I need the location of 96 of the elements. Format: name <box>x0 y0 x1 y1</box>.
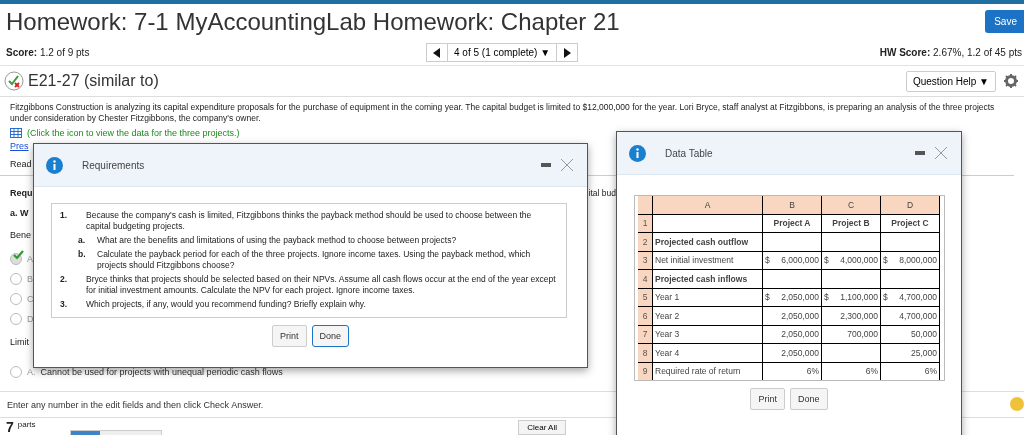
radio-button[interactable] <box>10 312 22 325</box>
row-number: 6 <box>638 306 653 325</box>
problem-text: Fitzgibbons Construction is analyzing its capital expenditure proposals for the purchase of equipment in the coming year. The capital budget is limited to $12,000,000 for the year. Lori Bryce, staff analyst at Fitzgibbons, is preparing an analysis of the three projects under consideration by Chester Fitzgibbons, the company's owner. <box>10 102 996 124</box>
row-number: 8 <box>638 343 653 362</box>
table-cell: $ 1,100,000 <box>821 288 881 307</box>
row-number: 5 <box>638 288 653 307</box>
dialog-button[interactable]: Done <box>311 325 349 347</box>
info-icon <box>46 156 63 174</box>
radio-button[interactable] <box>10 292 22 305</box>
table-cell: $ 4,000,000 <box>821 251 881 270</box>
dialog-button[interactable]: Done <box>790 388 828 410</box>
table-cell: Project A <box>762 214 822 233</box>
table-cell: $ 8,000,000 <box>880 251 940 270</box>
present-link[interactable]: Pres <box>10 141 29 151</box>
row-number: 7 <box>638 325 653 344</box>
requirement-text: Because the company's cash is limited, Fitzgibbons thinks the payback method should be used to choose between the capital budgeting projects. <box>86 210 533 232</box>
column-header: C <box>821 196 881 214</box>
data-hint-text: (Click the icon to view the data for the three projects.) <box>27 128 240 138</box>
table-cell: 2,050,000 <box>762 325 822 344</box>
column-header: B <box>762 196 822 214</box>
table-cell: 2,300,000 <box>821 306 881 325</box>
item-number: 2. <box>60 274 69 286</box>
option-letter: A. <box>27 366 36 377</box>
clear-all-button[interactable]: Clear All <box>518 420 566 435</box>
parts-label: parts <box>17 420 36 429</box>
table-cell: 25,000 <box>880 343 940 362</box>
table-cell: Projected cash inflows <box>652 269 763 288</box>
column-header: A <box>652 196 763 214</box>
table-icon[interactable] <box>10 128 22 138</box>
table-cell: Year 3 <box>652 325 763 344</box>
table-cell: Year 1 <box>652 288 763 307</box>
instruction-text: Enter any number in the edit fields and then click Check Answer. <box>7 399 264 410</box>
info-icon <box>629 144 646 162</box>
read-text: Read <box>10 159 32 169</box>
table-cell: Year 4 <box>652 343 763 362</box>
help-icon[interactable] <box>1010 397 1024 411</box>
option-letter: C <box>27 293 34 304</box>
check-cross-icon <box>4 71 24 91</box>
dialog-button[interactable]: Print <box>750 388 785 410</box>
radio-button[interactable] <box>10 252 22 265</box>
row-number: 1 <box>638 214 653 233</box>
requirement-text: Bryce thinks that projects should be selected based on their NPVs. Assume all cash flows occur at the end of the year except for initial investment amounts. Calculate the NPV for each project. Ignore income taxes. <box>86 274 557 296</box>
table-cell: Project B <box>821 214 881 233</box>
parts-count: 7 <box>6 420 14 434</box>
table-cell: 2,050,000 <box>762 343 822 362</box>
requirement-text: Calculate the payback period for each of the three projects. Ignore income taxes. Using the payback method, which projects should Fitzgibbons choose? <box>97 249 532 271</box>
benefits-label: Bene <box>10 230 32 240</box>
close-icon[interactable] <box>561 159 573 171</box>
table-cell: Year 2 <box>652 306 763 325</box>
option-text: Cannot be used for projects with unequal periodic cash flows <box>40 366 283 377</box>
next-button[interactable] <box>556 43 579 62</box>
right-triangle-icon <box>563 47 572 58</box>
option-letter: D <box>27 313 34 324</box>
table-cell: $ 6,000,000 <box>762 251 822 270</box>
requirement-text: What are the benefits and limitations of using the payback method to choose between projects? <box>97 235 457 246</box>
left-triangle-icon <box>433 47 441 58</box>
dialog-title: Data Table <box>665 147 713 159</box>
option-letter: A <box>27 253 33 264</box>
save-button[interactable]: Save <box>985 10 1024 33</box>
dialog-button[interactable]: Print <box>272 325 307 347</box>
item-number: 3. <box>60 299 69 310</box>
previous-button[interactable] <box>426 43 448 62</box>
dialog-title: Requirements <box>82 159 145 171</box>
table-cell: Net initial investment <box>652 251 763 270</box>
table-cell: $ 2,050,000 <box>762 288 822 307</box>
option-letter: B <box>27 273 33 284</box>
question-title: E21-27 (similar to) <box>28 72 159 90</box>
column-header: D <box>880 196 940 214</box>
requirement-heading: Requ <box>10 188 33 198</box>
item-number: 1. <box>60 210 69 222</box>
table-cell: 700,000 <box>821 325 881 344</box>
radio-button[interactable] <box>10 365 22 378</box>
requirement-text: Which projects, if any, would you recommend funding? Briefly explain why. <box>86 299 366 310</box>
question-selector[interactable]: 4 of 5 (1 complete) ▼ <box>448 43 557 62</box>
obscured-text: ital bud <box>588 188 616 198</box>
row-number: 3 <box>638 251 653 270</box>
table-cell: Project C <box>880 214 940 233</box>
table-cell: Required rate of return <box>652 362 763 380</box>
item-letter: b. <box>78 249 87 261</box>
radio-button[interactable] <box>10 272 22 285</box>
settings-icon[interactable] <box>1004 74 1018 88</box>
table-cell: $ 4,700,000 <box>880 288 940 307</box>
limitations-label: Limit <box>10 337 29 347</box>
table-cell: 50,000 <box>880 325 940 344</box>
score-text: Score: 1.2 of 9 pts <box>6 47 91 58</box>
close-icon[interactable] <box>935 147 947 159</box>
page-title: Homework: 7-1 MyAccountingLab Homework: Chapter 21 <box>6 7 621 36</box>
table-cell: 4,700,000 <box>880 306 940 325</box>
table-cell: Projected cash outflow <box>652 232 763 251</box>
question-help-button[interactable]: Question Help ▼ <box>905 70 996 92</box>
question-text: a. W <box>10 208 29 218</box>
hw-score-text: HW Score: 2.67%, 1.2 of 45 pts <box>879 47 1022 58</box>
item-letter: a. <box>78 235 87 246</box>
row-number: 2 <box>638 232 653 251</box>
row-number: 4 <box>638 269 653 288</box>
table-cell: 2,050,000 <box>762 306 822 325</box>
